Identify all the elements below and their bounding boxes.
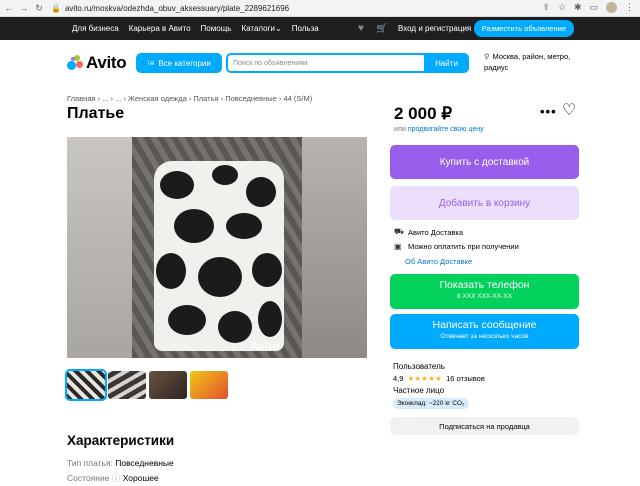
extensions-icon[interactable]: ✱	[574, 2, 582, 13]
all-categories-label: Все категории	[158, 58, 211, 68]
site-top-nav: Для бизнеса Карьера в Авито Помощь Катал…	[0, 17, 640, 40]
cart-icon[interactable]: 🛒	[376, 23, 387, 34]
char-row-condition: Состояние ⓘ Хорошее	[67, 472, 159, 484]
all-categories-button[interactable]: ⁝≡ Все категории	[136, 53, 222, 73]
lock-icon: 🔒	[51, 3, 61, 13]
dress-image	[154, 161, 284, 351]
reply-time: Отвечает за несколько часов	[440, 333, 529, 340]
characteristics-title: Характеристики	[67, 433, 175, 448]
photo-image: Avito	[132, 137, 302, 358]
truck-icon: ⛟	[394, 227, 405, 236]
info-circle-icon[interactable]: ⓘ	[112, 473, 121, 483]
nav-help[interactable]: Помощь	[201, 24, 232, 33]
buy-with-delivery-button[interactable]: Купить с доставкой	[390, 145, 579, 179]
show-phone-label: Показать телефон	[439, 279, 530, 291]
post-ad-button[interactable]: Разместить объявление	[473, 20, 574, 37]
rating-value: 4,9	[393, 374, 404, 383]
rating-stars-icon: ★★★★★	[407, 374, 443, 383]
location-text: Москва, район, метро, радиус	[484, 52, 571, 72]
write-message-button[interactable]: Написать сообщение Отвечает за несколько…	[390, 314, 579, 349]
search-button[interactable]: Найти	[424, 53, 469, 73]
nav-for-business[interactable]: Для бизнеса	[72, 24, 119, 33]
seller-rating: 4,9 ★★★★★ 16 отзывов	[393, 374, 485, 383]
thumbnail[interactable]	[65, 369, 107, 401]
nav-catalogs[interactable]: Каталоги⌄	[241, 24, 281, 33]
page-title: Платье	[67, 105, 125, 122]
write-message-label: Написать сообщение	[432, 319, 537, 331]
wallet-icon: ▣	[394, 242, 402, 251]
address-bar[interactable]: 🔒 avito.ru/moskva/odezhda_obuv_aksessuar…	[51, 4, 289, 13]
categories-icon: ⁝≡	[147, 58, 155, 68]
about-delivery-link[interactable]: Об Авито Доставке	[405, 257, 472, 266]
photo-blur-left	[67, 137, 132, 358]
seller-type: Частное лицо	[393, 386, 445, 395]
forward-icon[interactable]: →	[18, 2, 30, 14]
char-row-dress-type: Тип платья: Повседневные	[67, 458, 174, 468]
map-pin-icon: ⚲	[484, 52, 490, 61]
price-note: или продвигайте свою цену	[394, 126, 484, 133]
main-photo[interactable]: Avito	[67, 137, 367, 358]
chevron-down-icon: ⌄	[275, 24, 282, 33]
browser-actions: ⇪ ☆ ✱ ▭ ⋮	[542, 2, 634, 13]
thumbnail-strip	[65, 369, 228, 401]
share-icon[interactable]: ⇪	[542, 2, 550, 13]
price: 2 000 ₽	[394, 104, 453, 123]
reviews-link[interactable]: 16 отзывов	[446, 374, 485, 383]
menu-dots-icon[interactable]: ⋮	[625, 2, 634, 13]
photo-watermark: Avito	[250, 339, 280, 353]
search-input[interactable]: Поиск по объявлениям	[226, 53, 426, 73]
delivery-info: ⛟ Авито Доставка	[394, 227, 463, 237]
logo-dots-icon	[67, 55, 83, 71]
subscribe-seller-button[interactable]: Подписаться на продавца	[390, 417, 579, 435]
seller-name[interactable]: Пользователь	[393, 362, 445, 371]
thumbnail[interactable]	[190, 371, 228, 399]
location-selector[interactable]: ⚲ Москва, район, метро, радиус	[484, 52, 584, 74]
photo-blur-right	[302, 137, 367, 358]
eco-badge[interactable]: Экокклад: ~220 кг CO₂	[393, 398, 469, 409]
nav-benefit[interactable]: Польза	[292, 24, 319, 33]
show-phone-button[interactable]: Показать телефон 8 XXX XXX-XX-XX	[390, 274, 579, 309]
char-label: Состояние	[67, 473, 110, 483]
thumbnail[interactable]	[149, 371, 187, 399]
char-value: Хорошее	[122, 473, 159, 483]
url-text: avito.ru/moskva/odezhda_obuv_aksessuary/…	[64, 3, 290, 13]
char-value: Повседневные	[115, 458, 174, 468]
favorites-heart-icon[interactable]: ♥	[358, 23, 364, 34]
more-dots-icon[interactable]: •••	[540, 104, 557, 119]
sidebar-icon[interactable]: ▭	[589, 2, 598, 13]
char-label: Тип платья:	[67, 458, 113, 468]
phone-mask: 8 XXX XXX-XX-XX	[457, 293, 512, 300]
thumbnail[interactable]	[108, 371, 146, 399]
reload-icon[interactable]: ↻	[33, 2, 45, 14]
pay-on-receipt-info: ▣ Можно оплатить при получении	[394, 242, 519, 251]
search-placeholder: Поиск по объявлениям	[233, 59, 308, 67]
bookmark-star-icon[interactable]: ☆	[558, 2, 566, 13]
breadcrumb[interactable]: Главная › ... › ... › Женская одежда › П…	[67, 94, 312, 103]
back-icon[interactable]: ←	[3, 2, 15, 14]
logo-text: Avito	[86, 53, 127, 72]
browser-toolbar: ← → ↻ 🔒 avito.ru/moskva/odezhda_obuv_aks…	[0, 0, 640, 17]
favorite-heart-icon[interactable]: ♡	[562, 100, 576, 120]
nav-career[interactable]: Карьера в Авито	[129, 24, 191, 33]
promote-price-link[interactable]: продвигайте свою цену	[408, 126, 484, 133]
profile-avatar[interactable]	[606, 2, 617, 13]
add-to-cart-button[interactable]: Добавить в корзину	[390, 186, 579, 220]
login-link[interactable]: Вход и регистрация	[398, 24, 471, 33]
avito-logo[interactable]: Avito	[67, 53, 127, 73]
